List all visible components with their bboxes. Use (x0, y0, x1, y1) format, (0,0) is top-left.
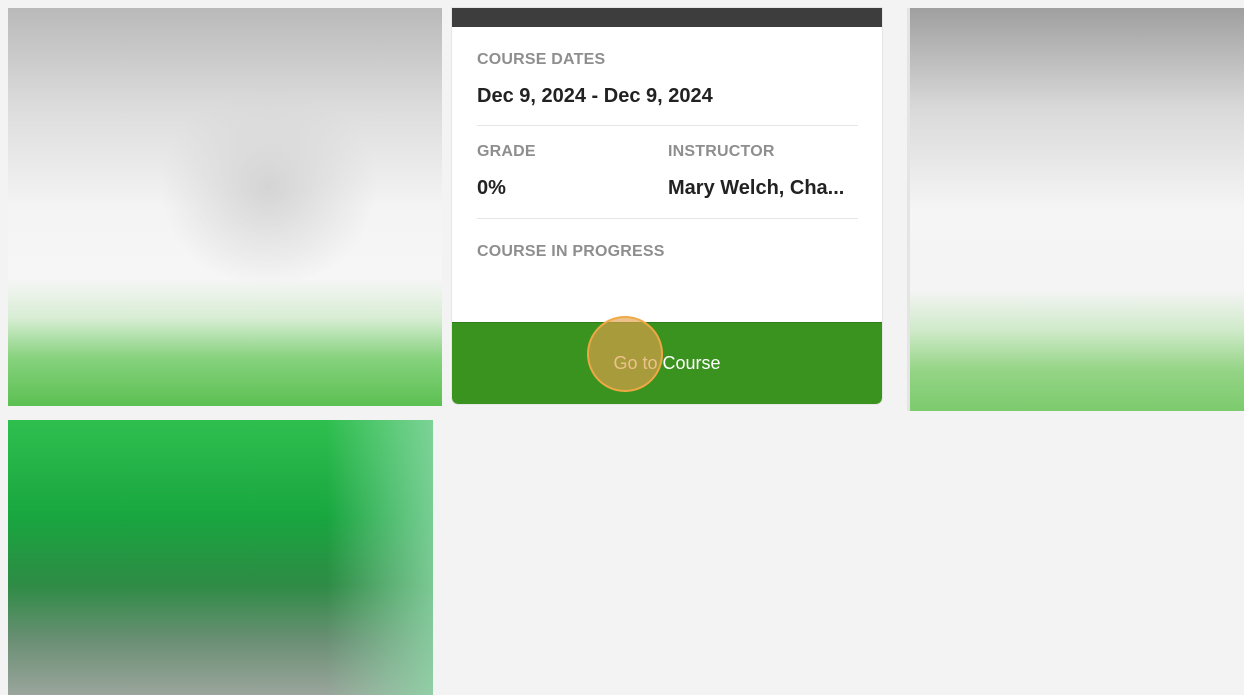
course-thumbnail-right[interactable] (907, 8, 1244, 411)
card-header-bar (452, 8, 882, 27)
grade-instructor-row: GRADE 0% INSTRUCTOR Mary Welch, Cha... (477, 126, 858, 219)
course-status: COURSE IN PROGRESS (477, 243, 665, 260)
course-dates-label: COURSE DATES (477, 51, 606, 68)
instructor-label: INSTRUCTOR (668, 143, 775, 160)
course-thumbnail-left[interactable] (8, 8, 442, 406)
grade-label: GRADE (477, 143, 536, 160)
go-to-course-button[interactable]: Go to Course (452, 322, 882, 404)
course-thumbnail-bottom[interactable] (8, 420, 433, 695)
instructor-value: Mary Welch, Cha... (668, 177, 845, 199)
course-card-body: COURSE DATES Dec 9, 2024 - Dec 9, 2024 G… (477, 27, 858, 260)
grade-value: 0% (477, 177, 506, 199)
course-card: COURSE DATES Dec 9, 2024 - Dec 9, 2024 G… (452, 8, 882, 404)
course-dates-row: COURSE DATES Dec 9, 2024 - Dec 9, 2024 (477, 27, 858, 126)
course-dates-value: Dec 9, 2024 - Dec 9, 2024 (477, 85, 713, 107)
